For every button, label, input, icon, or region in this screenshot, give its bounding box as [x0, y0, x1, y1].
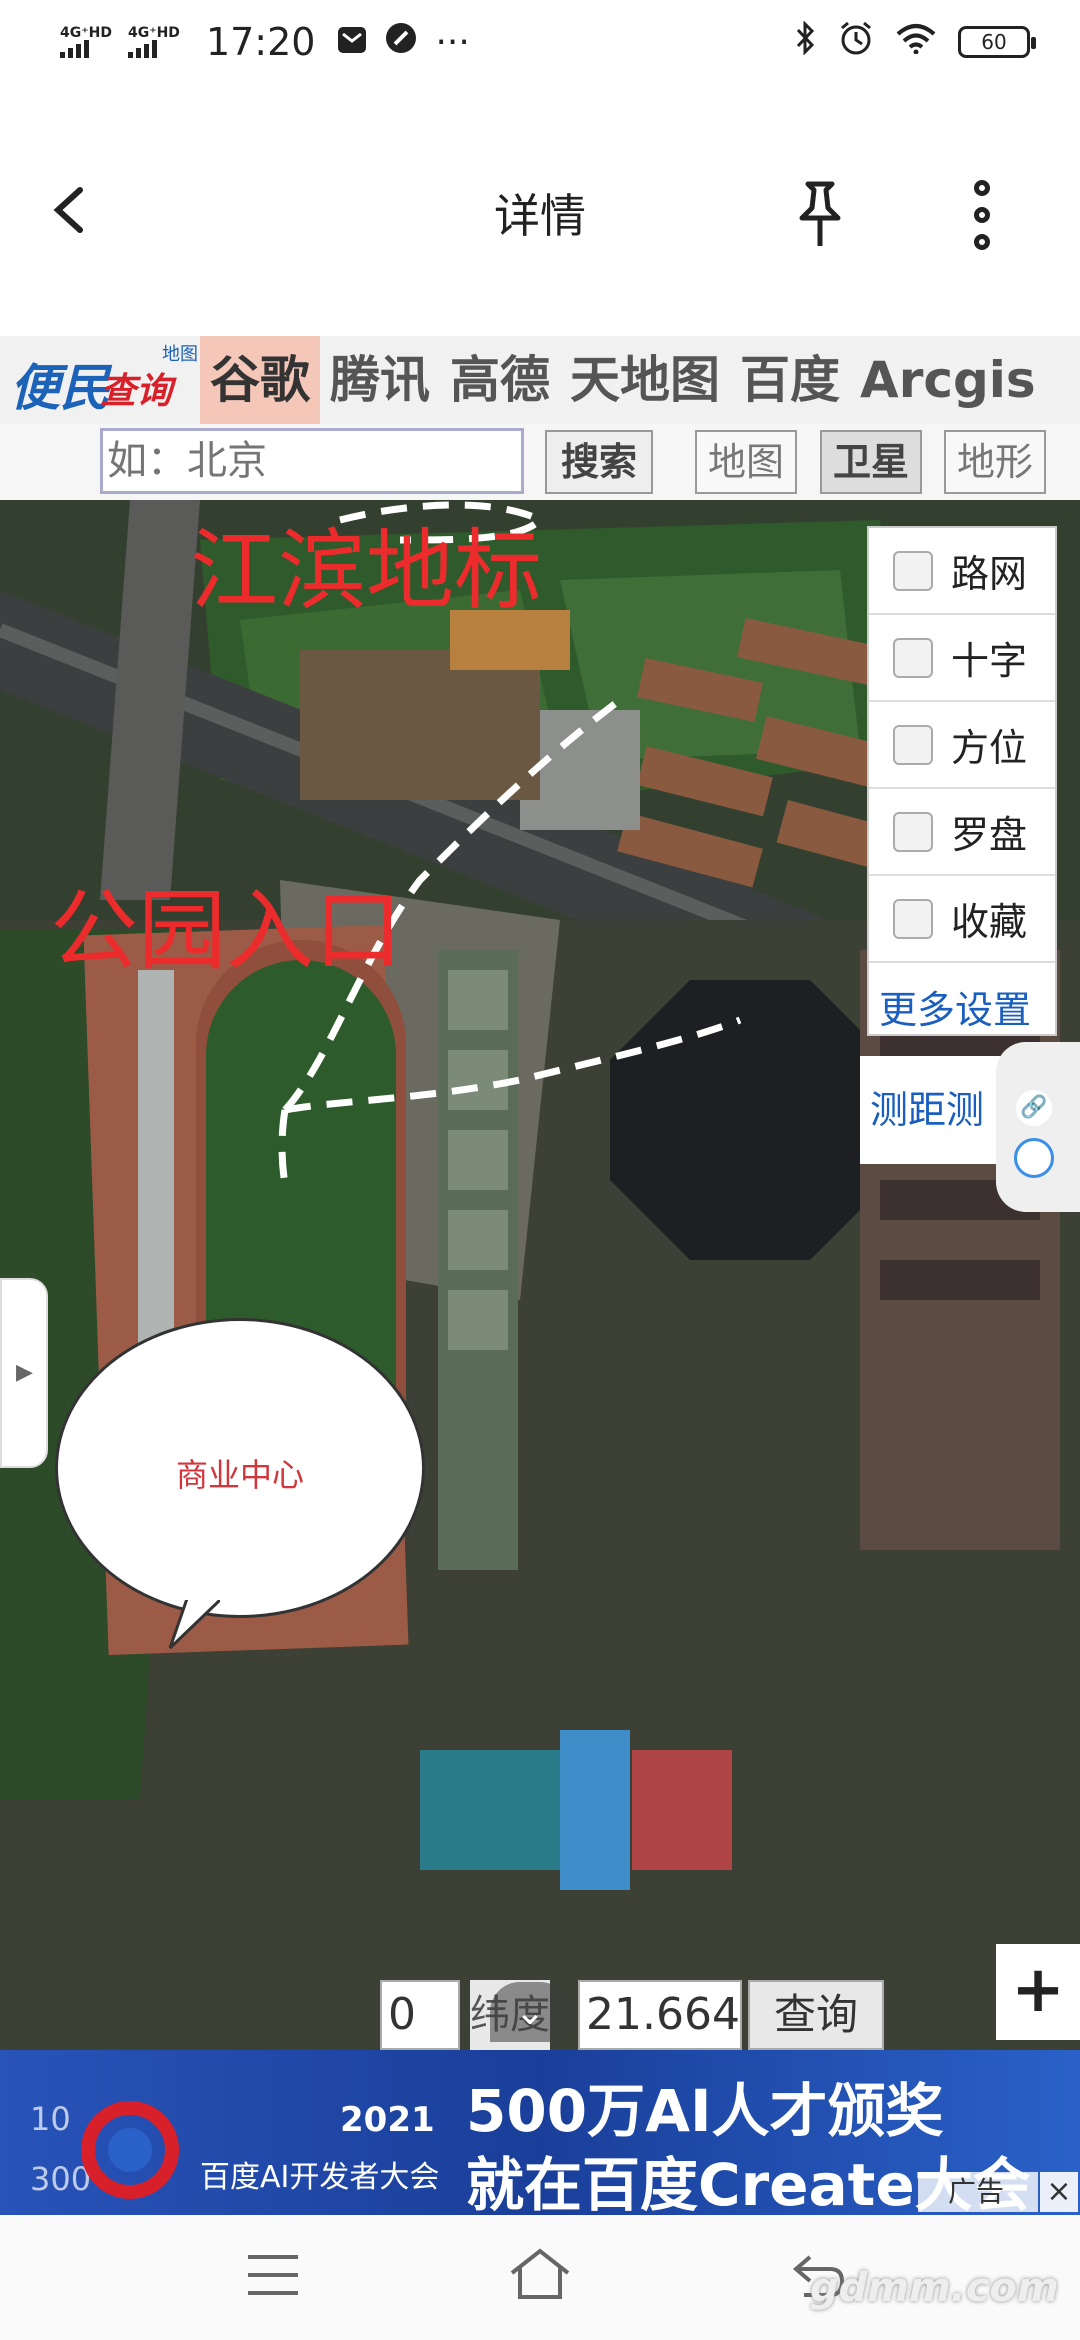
- callout-text: 商业中心: [175, 1456, 304, 1494]
- search-button[interactable]: 搜索: [545, 430, 653, 494]
- signal-indicator-1: 4G⁺HD: [60, 26, 112, 58]
- page-title: 详情: [494, 189, 586, 243]
- layer-favorites[interactable]: 收藏: [869, 876, 1055, 963]
- ad-banner[interactable]: 10 300 2021 百度AI开发者大会 500万AI人才颁奖 就在百度Cre…: [0, 2050, 1080, 2215]
- map-mode-button[interactable]: 地图: [695, 430, 797, 494]
- callout-tail: [168, 1590, 220, 1650]
- logo-main: 便民: [10, 359, 110, 417]
- more-vertical-icon: [974, 180, 990, 196]
- pin-icon: [799, 181, 841, 246]
- chevron-right-icon: ▶: [16, 1360, 33, 1385]
- dot: [974, 207, 990, 223]
- checkbox[interactable]: [893, 724, 933, 765]
- watermark: gdmm.com: [810, 2265, 1059, 2311]
- search-row: 搜索 地图 卫星 地形: [0, 424, 1080, 500]
- alarm-icon: [838, 20, 874, 65]
- layer-label: 方位: [951, 726, 1028, 770]
- layer-label: 收藏: [951, 900, 1028, 944]
- tab-google[interactable]: 谷歌: [200, 336, 320, 424]
- bluetooth-icon: [794, 19, 816, 64]
- longitude-input[interactable]: 0: [380, 1980, 460, 2050]
- floating-share-tab[interactable]: 🔗: [996, 1042, 1080, 1212]
- satellite-map[interactable]: 江滨地标 公园入口 路网 十字 方位 罗盘 收藏 更多设置 测距测 🔗 ▶ + …: [0, 500, 1080, 2050]
- layer-road[interactable]: 路网: [869, 528, 1055, 615]
- pin-button[interactable]: [790, 180, 850, 250]
- more-options-button[interactable]: [962, 180, 1002, 250]
- zoom-in-button[interactable]: +: [996, 1944, 1080, 2040]
- chevron-down-icon[interactable]: ⌄: [490, 1982, 570, 2042]
- compass-icon: [385, 22, 417, 63]
- checkbox[interactable]: [893, 898, 933, 939]
- tab-tencent[interactable]: 腾讯: [320, 336, 440, 424]
- baidu-create-logo-icon: [81, 2101, 179, 2199]
- search-input[interactable]: [100, 428, 524, 494]
- map-source-bar: 便民 查询网 地图 谷歌 腾讯 高德 天地图 百度 Arcgis: [0, 336, 1080, 464]
- annotation-landmark: 江滨地标: [190, 519, 543, 622]
- checkbox[interactable]: [893, 811, 933, 852]
- more-settings-link[interactable]: 更多设置: [869, 963, 1055, 1050]
- menu-icon[interactable]: [248, 2255, 298, 2295]
- layer-label: 罗盘: [951, 813, 1028, 857]
- app-header: 详情: [0, 130, 1080, 290]
- signal-indicator-2: 4G⁺HD: [127, 26, 180, 58]
- layer-label: 十字: [951, 639, 1028, 683]
- side-drawer-handle[interactable]: ▶: [0, 1278, 48, 1468]
- battery-indicator: 60: [958, 26, 1036, 58]
- site-logo[interactable]: 便民 查询网 地图: [0, 336, 200, 464]
- system-nav-bar: gdmm.com: [0, 2215, 1080, 2340]
- wifi-icon: [896, 22, 936, 63]
- latitude-input[interactable]: 21.664: [578, 1980, 742, 2050]
- tab-amap[interactable]: 高德: [440, 336, 560, 424]
- tab-baidu[interactable]: 百度: [730, 336, 850, 424]
- dot: [974, 234, 990, 250]
- checkbox[interactable]: [893, 550, 933, 591]
- layer-crosshair[interactable]: 十字: [869, 615, 1055, 702]
- status-bar: 4G⁺HD 4G⁺HD 17:20 ··· 60: [0, 0, 1080, 84]
- annotation-park-entrance: 公园入口: [50, 879, 403, 982]
- assistant-ball-icon: [1014, 1138, 1054, 1178]
- terrain-mode-button[interactable]: 地形: [944, 430, 1046, 494]
- query-button[interactable]: 查询: [748, 1980, 884, 2050]
- more-status-icon: ···: [435, 21, 470, 63]
- layer-panel: 路网 十字 方位 罗盘 收藏 更多设置: [867, 526, 1057, 1036]
- home-icon[interactable]: [508, 2247, 572, 2303]
- ad-year: 2021: [340, 2100, 435, 2140]
- layer-direction[interactable]: 方位: [869, 702, 1055, 789]
- ad-label: 广告: [918, 2172, 1038, 2212]
- link-icon: 🔗: [1016, 1090, 1052, 1126]
- logo-tag: 地图: [162, 344, 198, 365]
- layer-label: 路网: [951, 552, 1028, 596]
- scale-number-1: 10: [30, 2100, 71, 2138]
- satellite-mode-button[interactable]: 卫星: [820, 430, 922, 494]
- status-time: 17:20: [205, 20, 316, 64]
- ad-conference: 百度AI开发者大会: [200, 2160, 440, 2195]
- layer-compass[interactable]: 罗盘: [869, 789, 1055, 876]
- ad-close-button[interactable]: ×: [1040, 2172, 1078, 2212]
- tab-arcgis[interactable]: Arcgis: [850, 336, 1046, 424]
- checkbox[interactable]: [893, 637, 933, 678]
- ad-headline-1: 500万AI人才颁奖: [466, 2077, 944, 2145]
- tab-tianditu[interactable]: 天地图: [560, 336, 730, 424]
- coordinate-bar: 0 纬度 21.664 查询 ⌄: [380, 1980, 900, 2050]
- message-icon: [337, 22, 367, 63]
